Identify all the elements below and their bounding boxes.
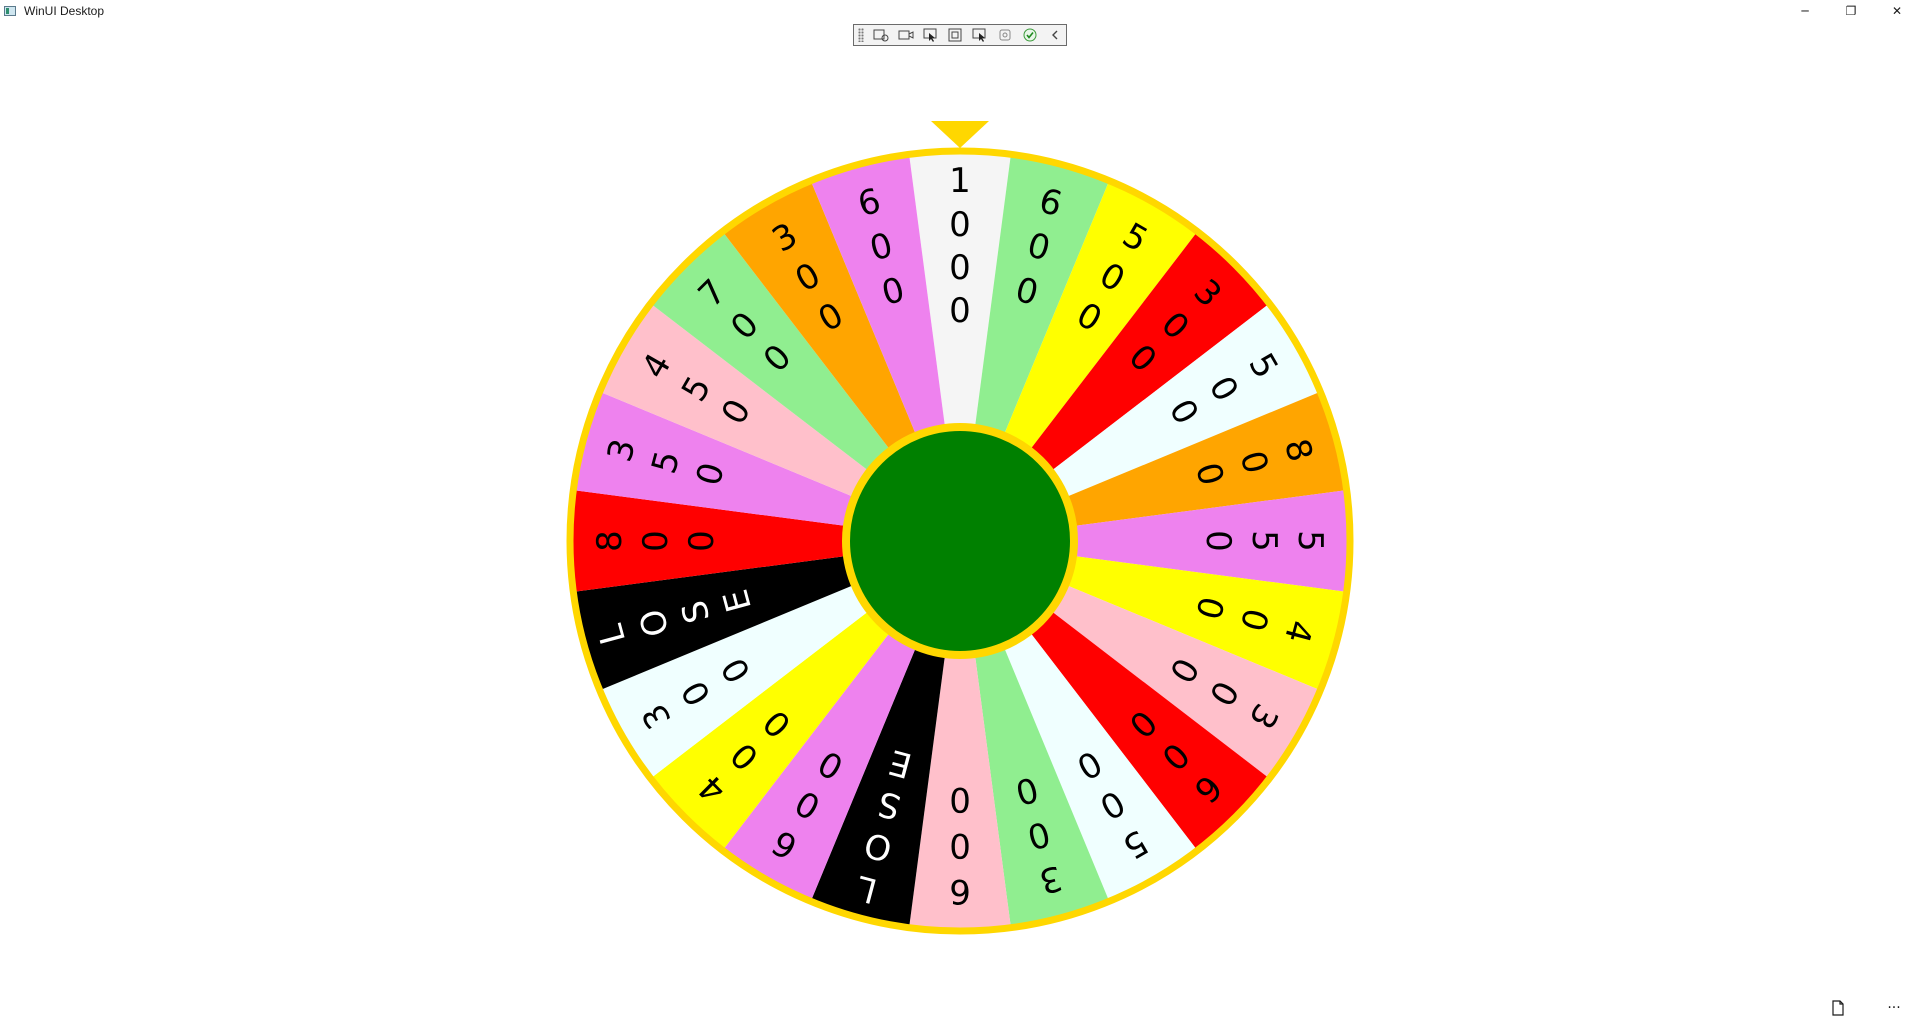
hot-reload-icon[interactable]	[994, 26, 1017, 44]
prize-wheel[interactable]: 1000600500300 500800550400300600500300600…	[560, 116, 1360, 936]
segment-label-char: 0	[682, 530, 722, 552]
segment-label-char: 0	[949, 248, 971, 288]
title-bar: WinUI Desktop ─ ❐ ✕	[0, 0, 1920, 22]
select-element-icon[interactable]	[919, 26, 942, 44]
display-layout-icon[interactable]	[944, 26, 967, 44]
more-options-button[interactable]: ···	[1880, 994, 1908, 1022]
segment-label-char: 5	[1244, 530, 1284, 552]
segment-label-char: 0	[949, 779, 971, 819]
track-focus-icon[interactable]	[969, 26, 992, 44]
segment-label-char: 0	[949, 291, 971, 331]
ok-check-icon[interactable]	[1018, 26, 1041, 44]
grip-icon[interactable]	[858, 28, 864, 42]
window-title: WinUI Desktop	[24, 4, 105, 18]
segment-label: 800	[590, 530, 722, 552]
document-icon	[1832, 1000, 1844, 1016]
segment-label-char: 5	[1290, 530, 1330, 552]
wheel-pointer	[931, 121, 989, 148]
minimize-button[interactable]: ─	[1782, 0, 1828, 22]
restore-button[interactable]: ❐	[1828, 0, 1874, 22]
debug-toolbar	[853, 24, 1067, 46]
inspect-tree-icon[interactable]	[870, 26, 893, 44]
close-button[interactable]: ✕	[1874, 0, 1920, 22]
segment-label-char: 0	[636, 530, 676, 552]
segment-label-char: 8	[590, 530, 630, 552]
caption-buttons: ─ ❐ ✕	[1782, 0, 1920, 22]
video-icon[interactable]	[894, 26, 917, 44]
document-button[interactable]	[1824, 994, 1852, 1022]
segment-label-char: 1	[949, 161, 971, 201]
segment-label: 550	[1198, 530, 1330, 552]
app-icon	[4, 6, 16, 16]
segment-label-char: 6	[949, 871, 971, 911]
segment-label-char: 0	[949, 205, 971, 245]
prize-wheel-container: 1000600500300500800550400300600500300600…	[560, 116, 1360, 936]
segment-label-char: 0	[1198, 530, 1238, 552]
wheel-hub	[842, 423, 1078, 659]
segment-label-char: 0	[949, 825, 971, 865]
segment-label: 6 0 0	[949, 779, 971, 911]
collapse-chevron-icon[interactable]	[1043, 26, 1066, 44]
